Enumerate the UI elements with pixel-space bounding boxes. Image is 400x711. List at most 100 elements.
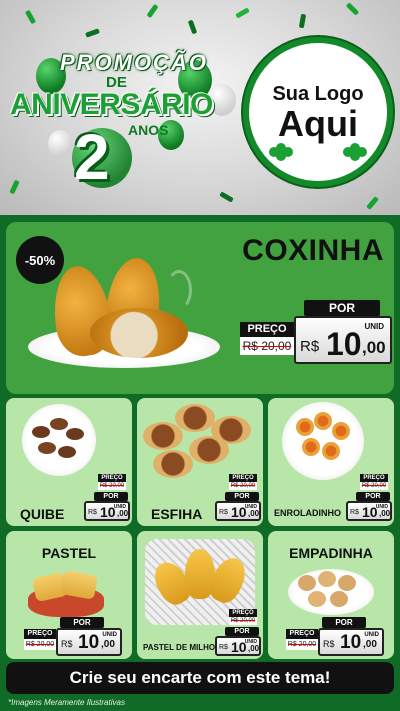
confetti <box>298 13 307 29</box>
balloon-cluster-icon <box>269 143 293 161</box>
disclaimer-note: *Imagens Meramente Ilustrativas <box>8 698 125 707</box>
preco-label: PREÇO <box>229 474 257 482</box>
esfiha-image <box>153 450 193 478</box>
product-name: ESFIHA <box>151 506 203 522</box>
currency-label: R$ <box>323 639 335 649</box>
steam-graphic <box>166 270 192 310</box>
quibe-image <box>58 446 76 458</box>
new-price: UNID R$ 10 ,00 <box>215 501 261 521</box>
por-label: POR <box>225 627 259 636</box>
quibe-image <box>66 428 84 440</box>
featured-price-tag: POR PREÇO R$ 20,00 UNID R$ 10 ,00 <box>240 300 392 366</box>
promo-headline: ANIVERSÁRIO <box>10 88 213 121</box>
price-integer: 10 <box>231 504 247 520</box>
empadinha-image <box>318 571 336 587</box>
promo-years-number: 2 <box>74 121 110 193</box>
price-tag: POR PREÇO R$ 20,00 UNID R$ 10 ,00 <box>24 617 128 657</box>
product-card-enroladinho: ENROLADINHO PREÇO R$ 20,00 POR UNID R$ 1… <box>268 398 394 526</box>
new-price: UNID R$ 10 ,00 <box>56 628 122 656</box>
product-name: EMPADINHA <box>289 545 373 561</box>
product-name: QUIBE <box>20 506 65 522</box>
enroladinho-image <box>314 412 332 430</box>
old-price: R$ 20,00 <box>286 639 318 650</box>
preco-label: PREÇO <box>240 322 294 337</box>
empadinha-image <box>298 575 316 591</box>
quibe-image <box>32 426 50 438</box>
por-label: POR <box>356 492 390 501</box>
old-price: R$ 20,00 <box>240 337 294 355</box>
old-price: R$ 20,00 <box>360 482 388 490</box>
new-price: UNID R$ 10 ,00 <box>346 501 392 521</box>
promo-title: PROMOÇÃO <box>60 50 208 75</box>
balloon-cluster-icon <box>343 143 367 161</box>
balloon-icon <box>48 130 72 158</box>
preco-label: PREÇO <box>98 474 126 482</box>
new-price: UNID R$ 10 ,00 <box>215 636 261 656</box>
quibe-image <box>38 442 56 454</box>
price-decimal: ,00 <box>101 639 115 650</box>
price-integer: 10 <box>326 326 362 362</box>
por-label: POR <box>94 492 128 501</box>
por-label: POR <box>322 617 366 628</box>
price-decimal: ,00 <box>248 509 260 518</box>
price-integer: 10 <box>78 632 100 653</box>
confetti <box>345 2 360 16</box>
esfiha-image <box>189 436 229 464</box>
new-price: UNID R$ 10 ,00 <box>294 316 392 364</box>
old-price: R$ 20,00 <box>24 639 56 650</box>
preco-label: PREÇO <box>229 609 257 617</box>
preco-label: PREÇO <box>360 474 388 482</box>
quibe-image <box>50 418 68 430</box>
product-name: ENROLADINHO <box>274 508 341 518</box>
currency-label: R$ <box>219 644 228 651</box>
featured-product-name: COXINHA <box>242 234 384 267</box>
price-integer: 10 <box>100 504 116 520</box>
preco-label: PREÇO <box>286 629 318 639</box>
price-tag: PREÇO R$ 20,00 POR UNID R$ 10 ,00 <box>211 609 261 659</box>
empadinha-image <box>330 591 348 607</box>
old-price: R$ 20,00 <box>229 617 257 625</box>
price-tag: POR PREÇO R$ 20,00 UNID R$ 10 ,00 <box>286 617 390 657</box>
currency-label: R$ <box>350 509 359 516</box>
confetti <box>146 3 159 19</box>
enroladinho-image <box>302 438 320 456</box>
price-tag: PREÇO R$ 20,00 POR UNID R$ 10 ,00 <box>80 474 130 524</box>
enroladinho-image <box>296 418 314 436</box>
product-card-pastel: PASTEL POR PREÇO R$ 20,00 UNID R$ 10 ,00 <box>6 531 132 659</box>
product-card-pastel-de-milho: PASTEL DE MILHO PREÇO R$ 20,00 POR UNID … <box>137 531 263 659</box>
price-decimal: ,00 <box>379 509 391 518</box>
price-integer: 10 <box>340 632 362 653</box>
price-integer: 10 <box>362 504 378 520</box>
product-card-quibe: QUIBE PREÇO R$ 20,00 POR UNID R$ 10 ,00 <box>6 398 132 526</box>
enroladinho-image <box>332 422 350 440</box>
product-card-esfiha: ESFIHA PREÇO R$ 20,00 POR UNID R$ 10 ,00 <box>137 398 263 526</box>
confetti <box>85 28 100 38</box>
price-decimal: ,00 <box>362 338 386 357</box>
por-label: POR <box>304 300 380 316</box>
currency-label: R$ <box>88 509 97 516</box>
plate-image <box>22 404 96 476</box>
promo-years-unit: ANOS <box>128 122 169 138</box>
por-label: POR <box>60 617 104 628</box>
enroladinho-image <box>322 442 340 460</box>
product-name: PASTEL <box>41 545 97 561</box>
unit-label: UNID <box>364 632 379 638</box>
new-price: UNID R$ 10 ,00 <box>318 628 384 656</box>
esfiha-image <box>143 422 183 450</box>
price-tag: PREÇO R$ 20,00 POR UNID R$ 10 ,00 <box>211 474 261 524</box>
coxinha-cut-image <box>90 308 188 358</box>
new-price: UNID R$ 10 ,00 <box>84 501 130 521</box>
old-price: R$ 20,00 <box>98 482 126 490</box>
empadinha-image <box>308 591 326 607</box>
price-integer: 10 <box>231 639 247 655</box>
currency-label: R$ <box>219 509 228 516</box>
unit-label: UNID <box>102 632 117 638</box>
empadinha-image <box>338 575 356 591</box>
price-decimal: ,00 <box>363 639 377 650</box>
price-decimal: ,00 <box>117 509 129 518</box>
price-tag: PREÇO R$ 20,00 POR UNID R$ 10 ,00 <box>342 474 392 524</box>
por-label: POR <box>225 492 259 501</box>
currency-label: R$ <box>300 338 320 355</box>
header-banner: PROMOÇÃO DE ANIVERSÁRIO 2 ANOS Sua Logo … <box>0 0 400 215</box>
cta-banner: Crie seu encarte com este tema! <box>6 662 394 694</box>
